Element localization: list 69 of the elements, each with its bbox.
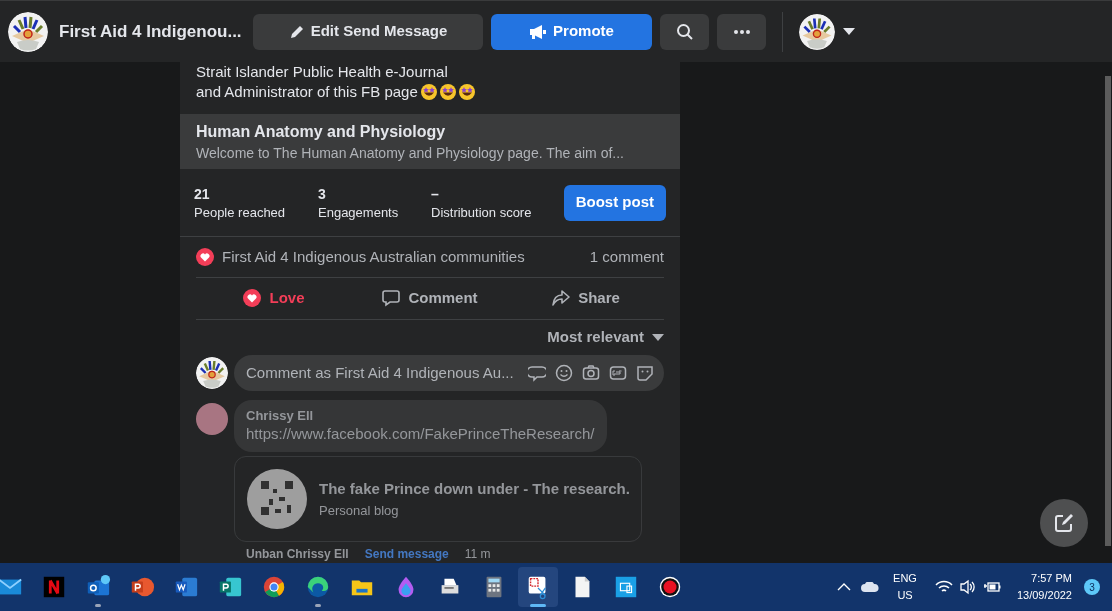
camera-icon[interactable] xyxy=(582,364,600,382)
preview-subtitle: Personal blog xyxy=(319,501,400,520)
stat-value: 3 xyxy=(318,184,327,204)
link-preview[interactable]: Human Anatomy and Physiology Welcome to The Human Anatomy and Physiology page. The aim of... xyxy=(180,114,680,170)
page-name[interactable]: First Aid 4 Indigenou... xyxy=(59,18,249,45)
stat-value: – xyxy=(431,184,440,204)
link-preview-card[interactable]: The fake Prince down under - The research. Personal blog xyxy=(234,456,642,542)
notification-badge[interactable]: 3 xyxy=(1084,579,1100,595)
printer-app-icon xyxy=(613,574,639,600)
reaction-action-button[interactable]: Share xyxy=(508,281,664,316)
search-button[interactable] xyxy=(660,13,709,50)
record-icon xyxy=(657,574,683,600)
love-icon xyxy=(243,289,262,308)
comment-time: 11 m xyxy=(464,546,491,563)
stat-label: Engagements xyxy=(318,203,400,222)
compose-icon xyxy=(1054,513,1074,533)
star-struck-emoji-icon xyxy=(420,84,437,100)
reactions-summary[interactable]: First Aid 4 Indigenous Australian communities xyxy=(222,245,525,269)
star-struck-emoji-icon xyxy=(439,84,456,100)
volume-icon[interactable] xyxy=(958,579,977,595)
dropdown-caret-icon[interactable] xyxy=(843,28,855,35)
megaphone-icon xyxy=(529,23,548,40)
post-text: Strait Islander Public Health e-Journal xyxy=(196,62,448,82)
sticker-icon[interactable] xyxy=(636,364,654,382)
comment-author[interactable]: Chrissy Ell xyxy=(246,408,595,424)
comment-icon xyxy=(382,289,401,308)
gif-icon[interactable] xyxy=(609,364,627,382)
promote-button[interactable]: Promote xyxy=(491,13,652,50)
love-reaction-icon xyxy=(196,248,214,267)
clock[interactable]: 7:57 PM 13/09/2022 xyxy=(1016,570,1072,604)
caret-icon xyxy=(652,333,664,341)
wifi-icon[interactable] xyxy=(934,580,953,594)
preview-title: The fake Prince down under - The research. xyxy=(319,479,630,499)
share-icon xyxy=(552,289,571,308)
qr-code-thumbnail xyxy=(247,469,307,529)
boost-post-button[interactable]: Boost post xyxy=(563,184,666,221)
scrollbar-thumb[interactable] xyxy=(1105,76,1111,546)
reaction-action-button[interactable]: Love xyxy=(196,281,352,316)
comment-input[interactable]: Comment as First Aid 4 Indigenous Au... xyxy=(234,355,664,391)
cloud-icon[interactable] xyxy=(861,582,880,592)
netflix-n-icon xyxy=(41,574,67,600)
taskbar-app-button[interactable] xyxy=(518,567,558,607)
commenter-avatar[interactable] xyxy=(196,357,228,389)
search-icon xyxy=(675,22,694,41)
new-message-button[interactable] xyxy=(1040,499,1088,547)
more-button[interactable] xyxy=(717,13,766,50)
pencil-icon xyxy=(288,23,305,40)
edit-send-message-button[interactable]: Edit Send Message xyxy=(253,13,483,50)
comment-action-link[interactable]: Unban Chrissy Ell xyxy=(246,545,349,563)
chevron-up-icon[interactable] xyxy=(837,583,852,591)
reaction-action-button[interactable]: Comment xyxy=(352,281,508,316)
profile-avatar[interactable] xyxy=(799,13,835,50)
stat-label: People reached xyxy=(194,203,287,222)
emoji-icon[interactable] xyxy=(555,364,573,382)
stat-value: 21 xyxy=(194,184,211,204)
language-indicator[interactable]: ENG US xyxy=(893,570,917,604)
post-text: and Administrator of this FB page xyxy=(196,82,418,102)
chrome-icon xyxy=(261,574,287,600)
stat-label: Distribution score xyxy=(431,203,533,222)
battery-charging-icon[interactable] xyxy=(982,580,1001,594)
star-struck-emoji-icon xyxy=(458,84,475,100)
comment-count[interactable]: 1 comment xyxy=(589,245,664,269)
link-preview-description: Welcome to The Human Anatomy and Physiology page. The aim of... xyxy=(196,144,625,163)
link-preview-title: Human Anatomy and Physiology xyxy=(196,122,447,142)
page-logo[interactable] xyxy=(8,11,48,52)
more-icon xyxy=(733,29,750,34)
edge-icon xyxy=(305,574,331,600)
sort-dropdown[interactable]: Most relevant xyxy=(547,326,664,349)
comment-link[interactable]: https://www.facebook.com/FakePrinceTheResearch/ xyxy=(246,424,595,444)
